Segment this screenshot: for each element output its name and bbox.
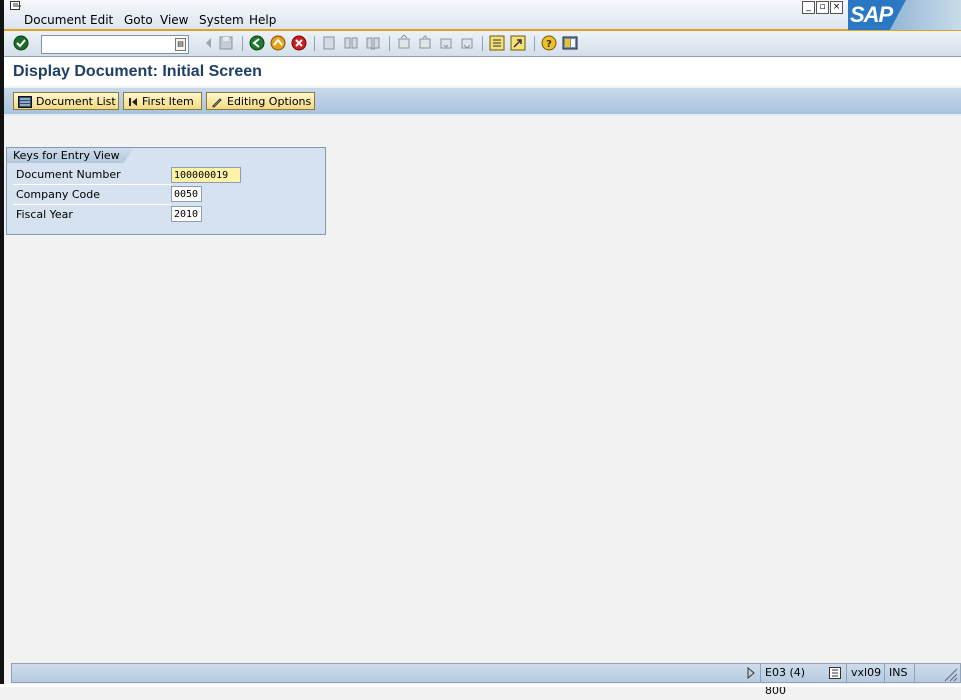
- menu-edit[interactable]: Edit: [90, 13, 113, 27]
- system-info: E03 (4) 800: [760, 664, 826, 697]
- standard-toolbar: ▤ ?: [4, 31, 961, 57]
- command-history-icon[interactable]: ▤: [175, 38, 186, 51]
- fiscal-year-label: Fiscal Year: [16, 208, 73, 221]
- system-menu-icon[interactable]: [10, 1, 22, 11]
- editing-options-label: Editing Options: [227, 95, 312, 108]
- page-title: Display Document: Initial Screen: [13, 63, 262, 80]
- find-icon: [344, 37, 358, 49]
- sap-logo: SAP: [848, 0, 961, 30]
- last-page-icon: [461, 38, 473, 49]
- title-bar: Display Document: Initial Screen: [4, 57, 961, 86]
- menu-view[interactable]: View: [160, 13, 188, 27]
- status-expand-icon[interactable]: [746, 667, 756, 679]
- find-next-icon: [366, 37, 380, 50]
- field-row-document-number: Document Number: [13, 166, 171, 185]
- fiscal-year-field[interactable]: 2010: [171, 206, 202, 222]
- back-icon[interactable]: [248, 34, 266, 52]
- document-list-button[interactable]: Document List: [13, 92, 119, 110]
- editing-options-button[interactable]: Editing Options: [206, 92, 315, 110]
- command-input[interactable]: [42, 40, 174, 56]
- menu-goto[interactable]: Goto: [124, 13, 153, 27]
- insert-mode: INS: [884, 664, 914, 682]
- company-code-label: Company Code: [16, 188, 100, 201]
- layout-menu-icon[interactable]: [561, 34, 579, 52]
- close-icon[interactable]: ×: [830, 1, 843, 14]
- menu-bar: Document Edit Goto View System Help _ ▫ …: [4, 0, 961, 31]
- group-title: Keys for Entry View: [7, 148, 134, 163]
- document-list-label: Document List: [36, 95, 116, 108]
- field-row-company-code: Company Code: [13, 186, 171, 205]
- save-icon: [219, 36, 233, 50]
- status-bar: E03 (4) 800 vxl09 INS: [11, 663, 961, 697]
- create-session-icon[interactable]: [488, 34, 506, 52]
- sap-logo-text: SAP: [850, 2, 893, 27]
- menu-help[interactable]: Help: [249, 13, 276, 27]
- help-icon[interactable]: ?: [540, 34, 558, 52]
- document-number-label: Document Number: [16, 168, 121, 181]
- status-empty-cell: [914, 664, 936, 682]
- company-code-field[interactable]: 0050: [171, 186, 202, 202]
- first-item-label: First Item: [142, 95, 194, 108]
- first-item-button[interactable]: First Item: [123, 92, 202, 110]
- pencil-icon: [212, 98, 222, 108]
- first-page-icon: [398, 34, 410, 49]
- keys-group-box: Keys for Entry View Document Number 1000…: [6, 147, 326, 235]
- svg-text:?: ?: [546, 39, 552, 50]
- previous-page-icon: [419, 35, 431, 49]
- command-field[interactable]: ▤: [41, 35, 189, 56]
- exit-icon[interactable]: [269, 34, 287, 52]
- next-page-icon: [440, 38, 452, 49]
- enter-icon[interactable]: [12, 34, 30, 52]
- minimize-icon[interactable]: _: [802, 1, 815, 14]
- restore-icon[interactable]: ▫: [816, 1, 829, 14]
- system-info-icon[interactable]: [829, 667, 841, 679]
- document-list-icon: [18, 96, 32, 108]
- application-toolbar: Document List First Item Editing Options: [4, 88, 961, 116]
- menu-document[interactable]: Document: [24, 13, 86, 27]
- back-arrow-small-icon: [206, 38, 211, 48]
- cancel-icon[interactable]: [290, 34, 308, 52]
- server-name: vxl09: [846, 664, 884, 682]
- resize-grip-icon[interactable]: [942, 666, 958, 682]
- print-icon: [323, 36, 335, 50]
- field-row-fiscal-year: Fiscal Year: [13, 206, 171, 224]
- shortcut-icon[interactable]: [509, 34, 527, 52]
- first-item-icon: [129, 98, 137, 106]
- document-number-field[interactable]: 100000019: [171, 167, 241, 183]
- menu-system[interactable]: System: [199, 13, 244, 27]
